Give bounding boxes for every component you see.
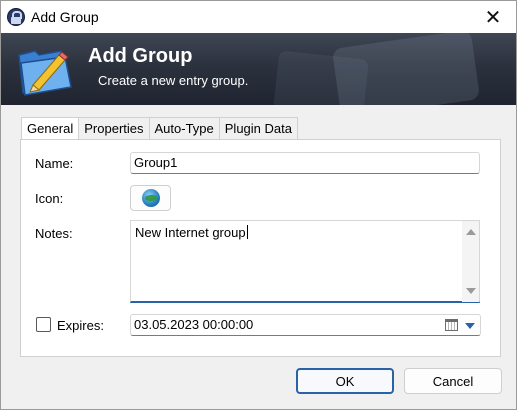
header-banner: Add Group Create a new entry group. bbox=[1, 33, 516, 105]
scroll-up-arrow-icon[interactable] bbox=[466, 229, 476, 235]
window-title: Add Group bbox=[31, 9, 99, 25]
tab-properties[interactable]: Properties bbox=[78, 117, 150, 139]
cancel-button[interactable]: Cancel bbox=[404, 368, 502, 394]
calendar-icon[interactable] bbox=[445, 319, 458, 331]
banner-title: Add Group bbox=[88, 45, 193, 67]
tab-general[interactable]: General bbox=[21, 117, 80, 140]
expires-value: 03.05.2023 00:00:00 bbox=[134, 317, 254, 332]
name-input[interactable]: Group1 bbox=[130, 152, 480, 174]
notes-textarea[interactable]: New Internet group bbox=[130, 220, 480, 303]
scroll-down-arrow-icon[interactable] bbox=[466, 288, 476, 294]
ok-button[interactable]: OK bbox=[296, 368, 394, 394]
icon-picker-button[interactable] bbox=[130, 185, 171, 211]
title-bar: Add Group ✕ bbox=[1, 1, 516, 33]
notes-scrollbar[interactable] bbox=[462, 221, 479, 302]
expires-checkbox[interactable] bbox=[36, 317, 51, 332]
expires-label[interactable]: Expires: bbox=[57, 318, 104, 333]
keepass-lock-icon bbox=[7, 8, 25, 26]
close-button[interactable]: ✕ bbox=[470, 1, 516, 33]
notes-text: New Internet group bbox=[135, 225, 248, 240]
banner-subtitle: Create a new entry group. bbox=[98, 73, 249, 88]
chevron-down-icon[interactable] bbox=[465, 323, 475, 329]
name-label: Name: bbox=[35, 156, 74, 171]
icon-label: Icon: bbox=[35, 191, 64, 206]
globe-icon bbox=[141, 189, 160, 207]
tab-bar: General Properties Auto-Type Plugin Data bbox=[21, 117, 298, 140]
text-caret bbox=[246, 225, 248, 239]
expires-datetime-picker[interactable]: 03.05.2023 00:00:00 bbox=[130, 314, 481, 336]
folder-edit-icon bbox=[18, 50, 72, 96]
add-group-dialog: Add Group ✕ Add Group Create a new entry… bbox=[0, 0, 517, 410]
banner-decoration bbox=[273, 50, 369, 105]
tab-auto-type[interactable]: Auto-Type bbox=[148, 117, 220, 139]
notes-label: Notes: bbox=[35, 226, 73, 241]
tab-plugin-data[interactable]: Plugin Data bbox=[218, 117, 298, 139]
